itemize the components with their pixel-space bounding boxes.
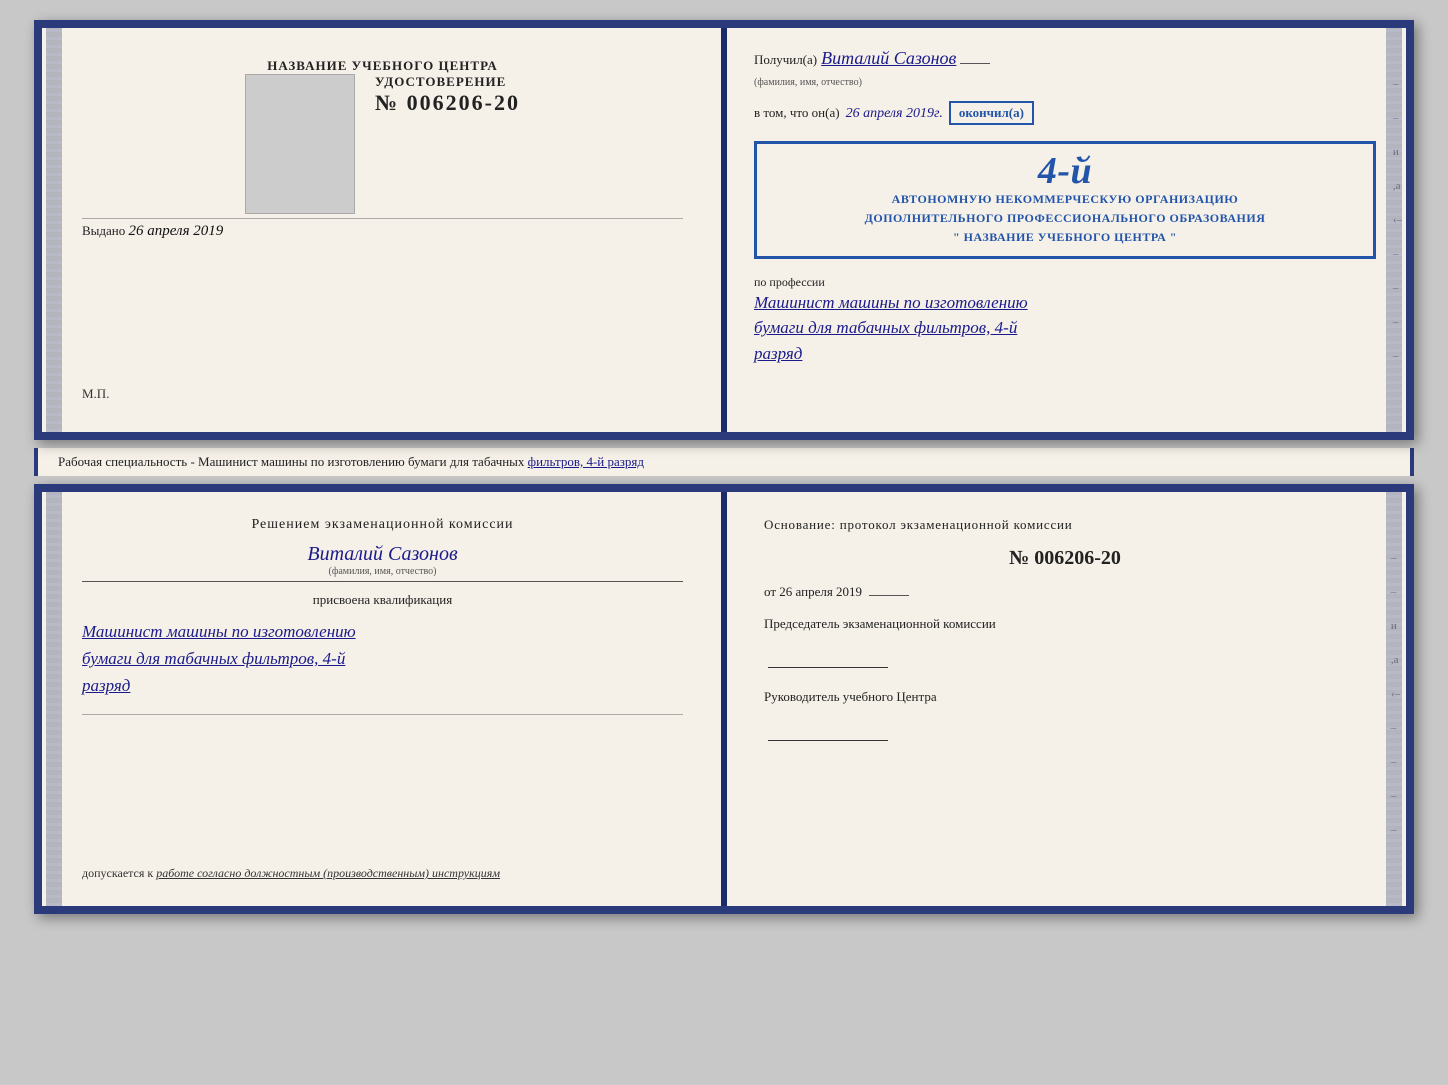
- middle-strip-prefix: Рабочая специальность - Машинист машины …: [58, 454, 524, 469]
- po-professii-label: по профессии: [754, 275, 825, 289]
- training-center-title: НАЗВАНИЕ УЧЕБНОГО ЦЕНТРА: [267, 58, 498, 74]
- poluchil-label: Получил(а): [754, 52, 817, 68]
- bottom-left-cover-decoration: [46, 492, 62, 906]
- osnov-title: Основание: протокол экзаменационной коми…: [764, 517, 1366, 533]
- right-cover-decoration: [1386, 28, 1402, 432]
- protocol-number: № 006206-20: [764, 547, 1366, 570]
- bottom-fio-caption: (фамилия, имя, отчество): [82, 566, 683, 577]
- bottom-person-name: Виталий Сазонов: [82, 543, 683, 566]
- stamp-block: 4-й АВТОНОМНУЮ НЕКОММЕРЧЕСКУЮ ОРГАНИЗАЦИ…: [754, 141, 1376, 259]
- prof-line2: бумаги для табачных фильтров, 4-й: [754, 315, 1376, 341]
- mp-label: М.П.: [82, 386, 109, 402]
- stamp-line2: ДОПОЛНИТЕЛЬНОГО ПРОФЕССИОНАЛЬНОГО ОБРАЗО…: [773, 209, 1357, 228]
- vtom-prefix: в том, что он(а): [754, 105, 840, 121]
- stamp-big-number: 4-й: [773, 152, 1357, 190]
- document-container: НАЗВАНИЕ УЧЕБНОГО ЦЕНТРА УДОСТОВЕРЕНИЕ №…: [34, 20, 1414, 914]
- qual-line3: разряд: [82, 672, 683, 699]
- dopuskaetsya-text: работе согласно должностным (производств…: [156, 866, 500, 880]
- qual-line2: бумаги для табачных фильтров, 4-й: [82, 645, 683, 672]
- vtom-date: 26 апреля 2019г.: [846, 106, 943, 122]
- dopuskaetsya-label: допускается к: [82, 866, 153, 880]
- top-certificate-book: НАЗВАНИЕ УЧЕБНОГО ЦЕНТРА УДОСТОВЕРЕНИЕ №…: [34, 20, 1414, 440]
- stamp-line3: " НАЗВАНИЕ УЧЕБНОГО ЦЕНТРА ": [773, 228, 1357, 247]
- top-cert-right-page: Получил(а) Виталий Сазонов (фамилия, имя…: [724, 28, 1406, 432]
- fio-caption: (фамилия, имя, отчество): [754, 77, 862, 88]
- stamp-line1: АВТОНОМНУЮ НЕКОММЕРЧЕСКУЮ ОРГАНИЗАЦИЮ: [773, 190, 1357, 209]
- issued-line: Выдано 26 апреля 2019: [82, 223, 683, 240]
- predsedatel-label: Председатель экзаменационной комиссии: [764, 614, 1366, 634]
- doc-number: № 006206-20: [375, 90, 520, 115]
- recipient-line: Получил(а) Виталий Сазонов (фамилия, имя…: [754, 48, 1376, 89]
- rukovoditel-label: Руководитель учебного Центра: [764, 687, 1366, 707]
- prof-line1: Машинист машины по изготовлению: [754, 290, 1376, 316]
- middle-strip: Рабочая специальность - Машинист машины …: [34, 448, 1414, 476]
- doc-label: УДОСТОВЕРЕНИЕ: [375, 74, 520, 90]
- prisvoena-label: присвоена квалификация: [82, 592, 683, 608]
- recipient-name: Виталий Сазонов: [821, 48, 956, 69]
- date-label: от: [764, 584, 776, 599]
- photo-placeholder: [245, 74, 355, 214]
- top-cert-left-page: НАЗВАНИЕ УЧЕБНОГО ЦЕНТРА УДОСТОВЕРЕНИЕ №…: [42, 28, 724, 432]
- bottom-certificate-book: Решением экзаменационной комиссии Витали…: [34, 484, 1414, 914]
- profession-section: по профессии Машинист машины по изготовл…: [754, 275, 1376, 367]
- predsedatel-signature-line: [768, 667, 888, 668]
- bottom-cert-left-page: Решением экзаменационной комиссии Витали…: [42, 492, 724, 906]
- rukovoditel-section: Руководитель учебного Центра: [764, 687, 1366, 746]
- qual-line1: Машинист машины по изготовлению: [82, 618, 683, 645]
- komissia-title: Решением экзаменационной комиссии: [82, 517, 683, 533]
- bottom-cert-right-page: Основание: протокол экзаменационной коми…: [724, 492, 1406, 906]
- bottom-right-cover-decoration: [1386, 492, 1402, 906]
- date-value: 26 апреля 2019: [779, 584, 862, 599]
- issued-date: 26 апреля 2019: [129, 223, 224, 239]
- cert-number-section: УДОСТОВЕРЕНИЕ № 006206-20: [375, 74, 520, 116]
- date-line: в том, что он(а) 26 апреля 2019г. окончи…: [754, 101, 1376, 125]
- protocol-date: от 26 апреля 2019: [764, 584, 1366, 600]
- predsedatel-section: Председатель экзаменационной комиссии: [764, 614, 1366, 673]
- okanchil-box: окончил(а): [949, 101, 1034, 125]
- prof-line3: разряд: [754, 341, 1376, 367]
- middle-strip-underlined: фильтров, 4-й разряд: [528, 454, 644, 469]
- dopuskaetsya-section: допускается к работе согласно должностны…: [82, 866, 683, 881]
- rukovoditel-signature-line: [768, 740, 888, 741]
- qualification-section: Машинист машины по изготовлению бумаги д…: [82, 618, 683, 700]
